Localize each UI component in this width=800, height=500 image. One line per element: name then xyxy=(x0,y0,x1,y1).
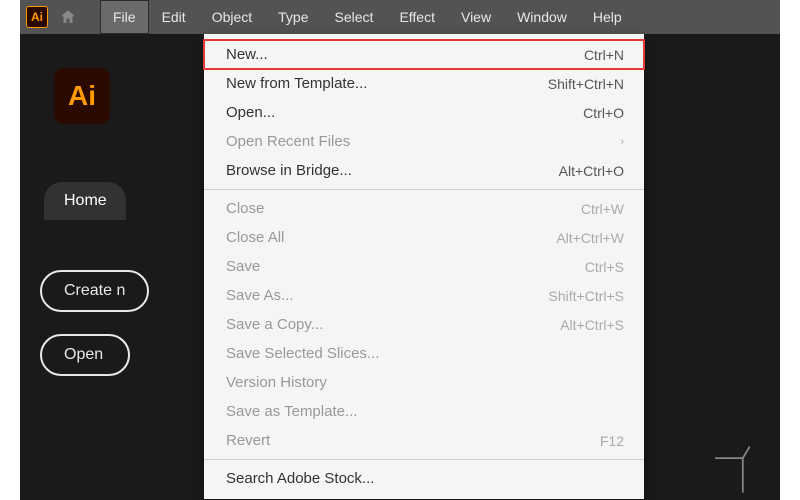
app-window: Ai FileEditObjectTypeSelectEffectViewWin… xyxy=(20,0,780,500)
menu-divider xyxy=(204,459,644,460)
menu-item-shortcut: F12 xyxy=(600,433,624,449)
tab-home[interactable]: Home xyxy=(44,182,126,220)
menu-item-save-as-template: Save as Template... xyxy=(204,397,644,426)
menu-item-label: Save a Copy... xyxy=(226,316,323,333)
menu-item-version-history: Version History xyxy=(204,368,644,397)
menu-window[interactable]: Window xyxy=(504,0,580,34)
menu-item-open-recent-files: Open Recent Files › xyxy=(204,127,644,156)
chevron-right-icon: › xyxy=(620,136,624,148)
menu-item-label: Open Recent Files xyxy=(226,133,350,150)
menu-item-shortcut: Ctrl+S xyxy=(585,259,624,275)
menu-item-label: Browse in Bridge... xyxy=(226,162,352,179)
menu-item-label: Close All xyxy=(226,229,284,246)
menu-item-shortcut: Alt+Ctrl+S xyxy=(560,317,624,333)
menu-item-shortcut: Shift+Ctrl+N xyxy=(548,76,624,92)
menu-help[interactable]: Help xyxy=(580,0,635,34)
menu-item-label: New... xyxy=(226,46,268,63)
menu-item-label: Save xyxy=(226,258,260,275)
menu-item-close-all: Close All Alt+Ctrl+W xyxy=(204,223,644,252)
menu-item-label: Version History xyxy=(226,374,327,391)
menu-object[interactable]: Object xyxy=(199,0,265,34)
menu-item-close: Close Ctrl+W xyxy=(204,194,644,223)
menu-item-browse-in-bridge[interactable]: Browse in Bridge... Alt+Ctrl+O xyxy=(204,156,644,185)
menu-item-save-a-copy: Save a Copy... Alt+Ctrl+S xyxy=(204,310,644,339)
menu-item-search-adobe-stock[interactable]: Search Adobe Stock... xyxy=(204,464,644,493)
menu-item-label: Save As... xyxy=(226,287,294,304)
menu-view[interactable]: View xyxy=(448,0,504,34)
menu-item-label: Close xyxy=(226,200,264,217)
menu-item-new[interactable]: New... Ctrl+N xyxy=(204,40,644,69)
menu-item-shortcut: Alt+Ctrl+W xyxy=(556,230,624,246)
menu-item-label: Save Selected Slices... xyxy=(226,345,379,362)
menu-file[interactable]: File xyxy=(100,0,149,34)
menu-item-label: Open... xyxy=(226,104,275,121)
open-button[interactable]: Open xyxy=(40,334,130,376)
menu-item-revert: Revert F12 xyxy=(204,426,644,455)
menu-item-shortcut: Ctrl+N xyxy=(584,47,624,63)
menu-item-save-selected-slices: Save Selected Slices... xyxy=(204,339,644,368)
menu-item-new-from-template[interactable]: New from Template... Shift+Ctrl+N xyxy=(204,69,644,98)
menu-item-save-as: Save As... Shift+Ctrl+S xyxy=(204,281,644,310)
file-menu-dropdown: New... Ctrl+N New from Template... Shift+Ct… xyxy=(204,34,644,499)
menu-edit[interactable]: Edit xyxy=(149,0,199,34)
menu-item-label: Save as Template... xyxy=(226,403,357,420)
menu-item-open[interactable]: Open... Ctrl+O xyxy=(204,98,644,127)
menu-item-shortcut: Ctrl+W xyxy=(581,201,624,217)
menu-item-shortcut: Alt+Ctrl+O xyxy=(559,163,624,179)
menu-item-label: Search Adobe Stock... xyxy=(226,470,374,487)
menu-item-save: Save Ctrl+S xyxy=(204,252,644,281)
menu-item-shortcut: Shift+Ctrl+S xyxy=(549,288,624,304)
menu-item-shortcut: Ctrl+O xyxy=(583,105,624,121)
menubar: Ai FileEditObjectTypeSelectEffectViewWin… xyxy=(20,0,780,34)
menu-divider xyxy=(204,189,644,190)
menu-effect[interactable]: Effect xyxy=(386,0,448,34)
app-icon: Ai xyxy=(26,6,48,28)
menu-item-label: New from Template... xyxy=(226,75,367,92)
menu-item-label: Revert xyxy=(226,432,270,449)
create-new-button[interactable]: Create n xyxy=(40,270,149,312)
menu-type[interactable]: Type xyxy=(265,0,321,34)
home-icon[interactable] xyxy=(56,5,80,29)
perspective-widget-icon xyxy=(706,442,752,494)
menu-select[interactable]: Select xyxy=(322,0,387,34)
app-logo: Ai xyxy=(54,68,110,124)
